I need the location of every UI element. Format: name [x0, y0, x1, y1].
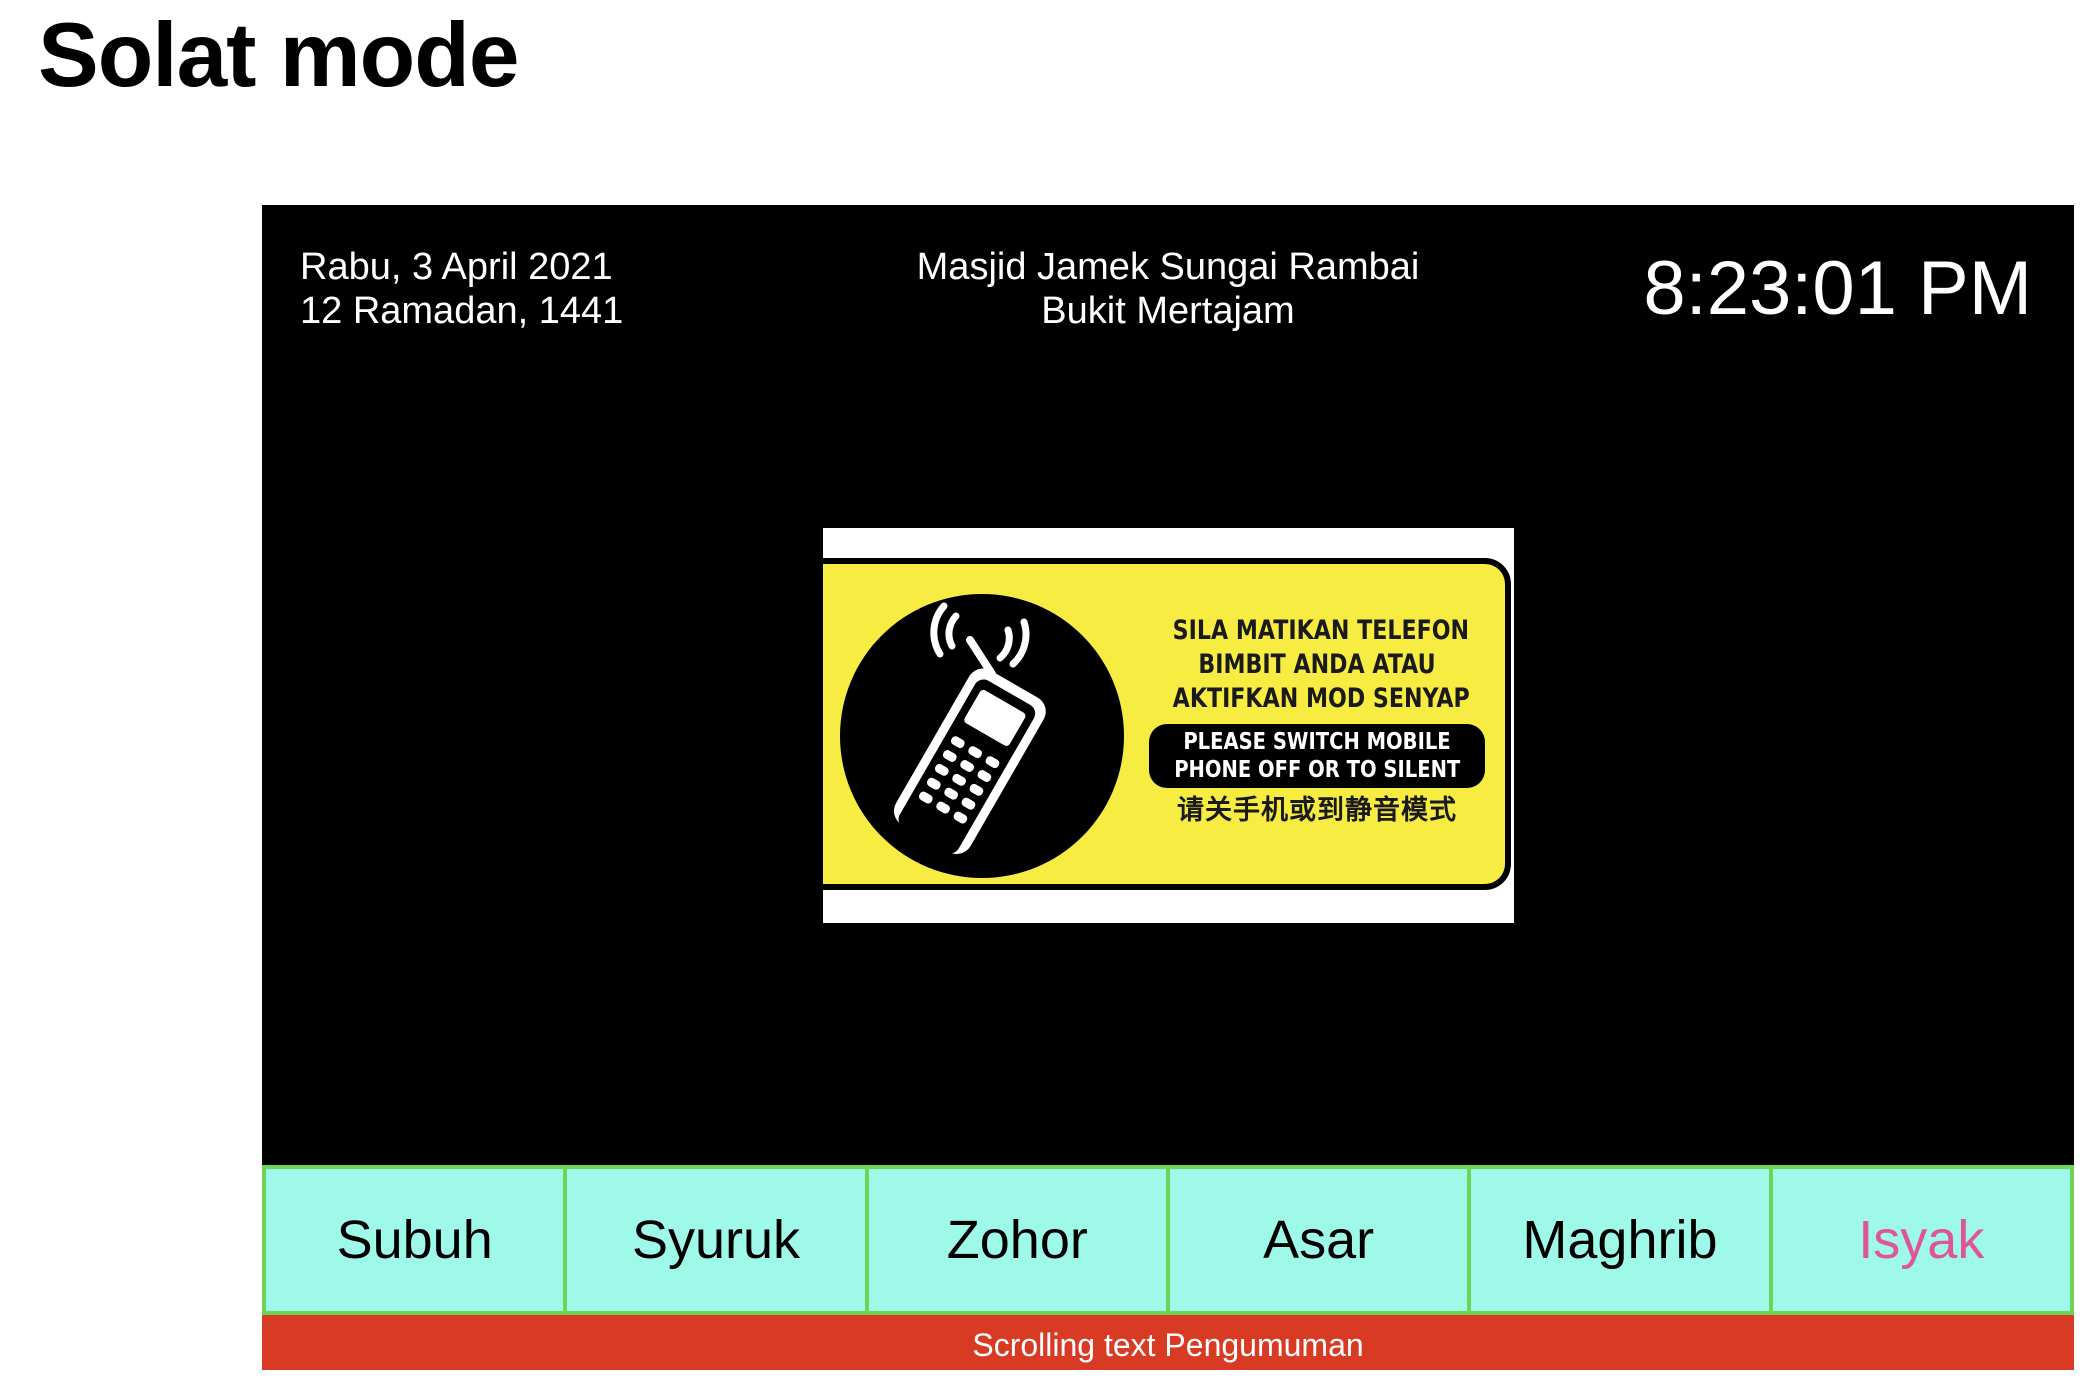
prayer-subuh: Subuh	[262, 1165, 568, 1315]
notice-english-line-2: PHONE OFF OR TO SILENT	[1174, 757, 1461, 783]
notice-malay-line-1: SILA MATIKAN TELEFON	[1172, 615, 1470, 646]
ticker-text: Scrolling text Pengumuman	[972, 1327, 1364, 1363]
notice-chinese-line: 请关手机或到静音模式	[1177, 795, 1457, 826]
prayer-asar: Asar	[1165, 1165, 1472, 1315]
prayer-times-bar: Subuh Syuruk Zohor Asar Maghrib Isyak	[262, 1165, 2074, 1315]
notice-malay-line-3: AKTIFKAN MOD SENYAP	[1172, 683, 1470, 714]
notice-english-pill: PLEASE SWITCH MOBILE PHONE OFF OR TO SIL…	[1149, 724, 1485, 788]
solat-display-screen: Rabu, 3 April 2021 12 Ramadan, 1441 Masj…	[262, 205, 2074, 1370]
notice-text: SILA MATIKAN TELEFON BIMBIT ANDA ATAU AK…	[1141, 614, 1493, 828]
prayer-zohor: Zohor	[864, 1165, 1170, 1315]
mobile-phone-signal-icon	[840, 594, 1124, 878]
prayer-maghrib: Maghrib	[1467, 1165, 1773, 1315]
clock: 8:23:01 PM	[1643, 246, 2032, 331]
prayer-isyak: Isyak	[1768, 1165, 2074, 1315]
silent-phone-notice: SILA MATIKAN TELEFON BIMBIT ANDA ATAU AK…	[823, 528, 1514, 923]
page-title: Solat mode	[38, 5, 519, 106]
notice-english-line-1: PLEASE SWITCH MOBILE	[1183, 729, 1451, 755]
notice-malay-line-2: BIMBIT ANDA ATAU	[1198, 649, 1436, 680]
announcement-ticker: Scrolling text Pengumuman	[262, 1315, 2074, 1370]
prayer-syuruk: Syuruk	[563, 1165, 869, 1315]
